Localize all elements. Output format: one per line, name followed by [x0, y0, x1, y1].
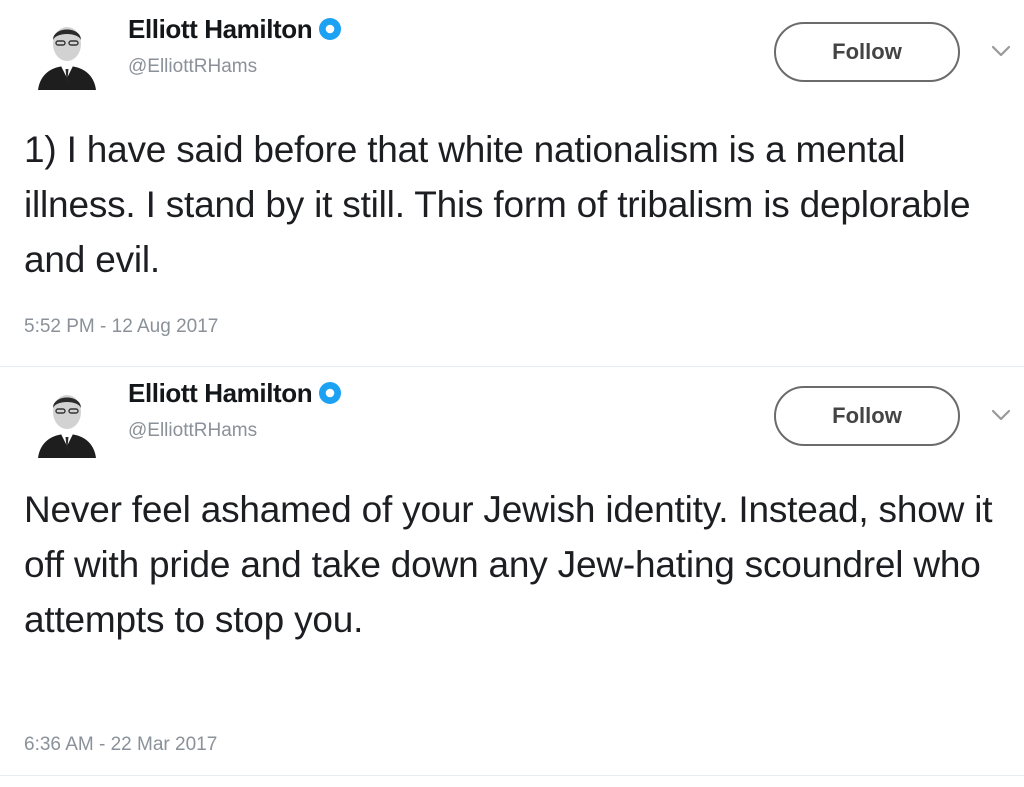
tweet-card: Elliott Hamilton @ElliottRHams Follow 1)… — [0, 0, 1024, 370]
user-avatar-icon — [38, 395, 96, 458]
display-name-text: Elliott Hamilton — [128, 14, 313, 44]
chevron-down-icon[interactable] — [990, 408, 1012, 422]
verified-badge-icon — [318, 381, 342, 405]
tweet-divider — [0, 366, 1024, 367]
follow-button[interactable]: Follow — [774, 386, 960, 446]
tweet-text: 1) I have said before that white nationa… — [24, 129, 971, 280]
display-name[interactable]: Elliott Hamilton — [128, 14, 342, 45]
user-handle[interactable]: @ElliottRHams — [128, 420, 257, 442]
avatar[interactable] — [34, 382, 100, 458]
tweet-timestamp[interactable]: 5:52 PM - 12 Aug 2017 — [24, 316, 218, 338]
follow-button[interactable]: Follow — [774, 22, 960, 82]
tweet-card: Elliott Hamilton @ElliottRHams Follow Ne… — [0, 370, 1024, 787]
user-avatar-icon — [38, 27, 96, 90]
avatar[interactable] — [34, 14, 100, 90]
tweet-divider — [0, 775, 1024, 776]
verified-badge-icon — [318, 17, 342, 41]
tweet-timestamp[interactable]: 6:36 AM - 22 Mar 2017 — [24, 734, 217, 756]
display-name[interactable]: Elliott Hamilton — [128, 378, 342, 409]
chevron-down-icon[interactable] — [990, 44, 1012, 58]
tweet-text: Never feel ashamed of your Jewish identi… — [24, 489, 993, 640]
user-handle[interactable]: @ElliottRHams — [128, 56, 257, 78]
display-name-text: Elliott Hamilton — [128, 378, 313, 408]
